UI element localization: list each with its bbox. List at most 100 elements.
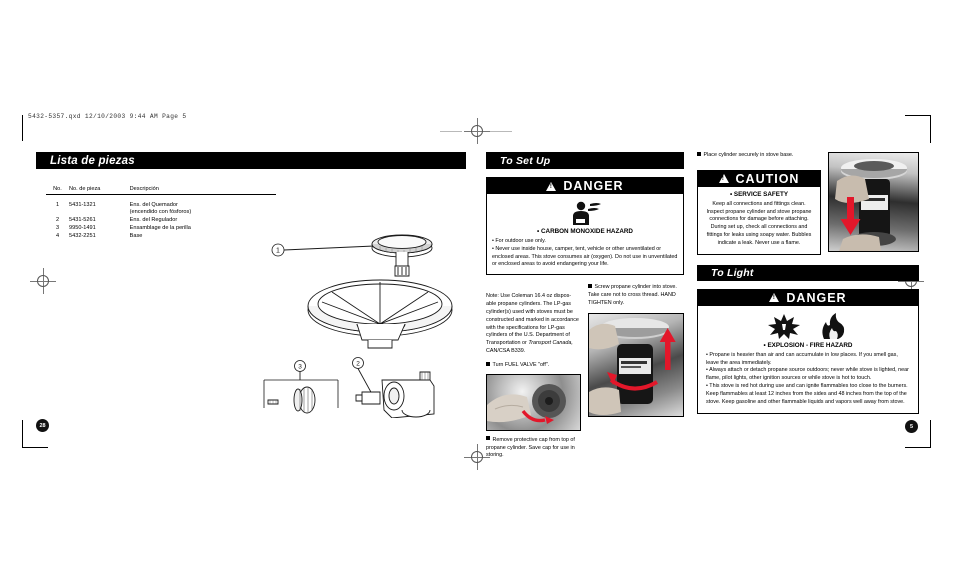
step-text: Place cylinder securely in stove base. — [703, 152, 794, 158]
crop-mark-tl-h — [22, 115, 23, 116]
parts-list-section-bar: Lista de piezas — [36, 152, 466, 169]
crop-mark-br-v — [930, 420, 931, 448]
cell-desc: Base — [129, 233, 143, 240]
middle-right-subcolumn: Screw propane cylinder into stove. Take … — [588, 284, 684, 460]
to-set-up-section-bar: To Set Up — [486, 152, 684, 169]
middle-column: To Set Up DANGER • CARBON MONOXIDE HAZAR… — [486, 152, 684, 460]
fire-icon — [822, 312, 845, 339]
right-top-left-subcolumn: Place cylinder securely in stove base. C… — [697, 151, 821, 255]
col-header-part-no: No. de pieza — [69, 186, 130, 195]
cell-part-no: 5431-1321 — [69, 202, 96, 209]
step-place-cylinder: Place cylinder securely in stove base. — [697, 151, 821, 160]
crop-mark-tr-h — [905, 115, 931, 116]
explosion-fire-pictograms — [706, 310, 910, 340]
registration-mark-left — [30, 268, 56, 294]
caution-line: During set up, check all connections and… — [706, 224, 812, 246]
caution-lines: Keep all connections and fittings clean.… — [704, 201, 814, 248]
table-row: 2 5431-5261 Ens. del Regulador — [46, 217, 276, 225]
danger-bullet: • For outdoor use only. — [492, 238, 546, 244]
danger-bullet: • This stove is red hot during use and c… — [706, 383, 908, 405]
table-row — [46, 195, 276, 202]
explosion-icon — [768, 313, 800, 339]
cell-part-no: 9950-1491 — [69, 225, 96, 232]
cell-part-no: 5432-2251 — [69, 233, 96, 240]
danger-bullet: • Never use inside house, camper, tent, … — [492, 245, 678, 268]
right-top-row: Place cylinder securely in stove base. C… — [697, 151, 919, 255]
step-text: Screw propane cylinder into stove. Take … — [588, 284, 677, 306]
cell-no: 2 — [55, 217, 60, 224]
note-tail: CAN/CSA B339. — [486, 348, 526, 355]
danger-bullets: • Propane is heavier than air and can ac… — [706, 352, 910, 407]
col-header-desc: Descripción — [129, 186, 276, 195]
step-text: Turn FUEL VALVE "off". — [492, 361, 550, 368]
table-row: 4 5432-2251 Base — [46, 233, 276, 241]
svg-text:1: 1 — [276, 248, 280, 255]
danger-word: DANGER — [563, 179, 624, 193]
svg-text:2: 2 — [356, 361, 360, 368]
bullet-square-icon — [486, 361, 490, 366]
crop-mark-br-h — [905, 447, 931, 448]
right-top-right-subcolumn — [828, 152, 919, 255]
danger-body: • CARBON MONOXIDE HAZARD • For outdoor u… — [487, 194, 683, 274]
caution-header: CAUTION — [698, 170, 820, 187]
table-row: 1 5431-1321 Ens. del Quemador (encendido… — [46, 202, 276, 217]
explosion-fire-hazard-title: • EXPLOSION - FIRE HAZARD — [763, 341, 853, 349]
cell-desc-main: Ens. del Quemador — [129, 202, 178, 209]
registration-rule-top-right — [490, 131, 512, 132]
warning-triangle-icon — [718, 174, 729, 184]
print-file-slug: 5432-5357.qxd 12/10/2003 9:44 AM Page 5 — [28, 113, 187, 120]
warning-triangle-icon — [546, 181, 557, 191]
registration-mark-top — [464, 118, 490, 144]
page-number-right: 5 — [905, 420, 918, 433]
cell-desc-sub: (encendido con fósforos) — [129, 209, 192, 216]
danger-word: DANGER — [786, 290, 847, 305]
note-text: Note: Use Coleman 16.4 oz dispos-able pr… — [486, 293, 579, 347]
caution-line: Keep all connections and fittings clean. — [712, 200, 806, 207]
middle-left-subcolumn: Note: Use Coleman 16.4 oz dispos-able pr… — [486, 284, 581, 460]
crop-mark-tl-v — [22, 115, 23, 141]
parts-list-table: No. No. de pieza Descripción 1 5431-1321… — [46, 186, 276, 241]
danger-box-carbon-monoxide: DANGER • CARBON MONOXIDE HAZARD • For ou… — [486, 177, 684, 276]
warning-triangle-icon — [769, 293, 780, 303]
crop-mark-bl-h — [22, 447, 48, 448]
to-light-section-bar: To Light — [697, 264, 919, 281]
danger-bullet: • Propane is heavier than air and can ac… — [706, 351, 898, 366]
bullet-square-icon — [486, 436, 490, 441]
parts-list-title: Lista de piezas — [50, 154, 135, 167]
cell-no: 4 — [55, 233, 60, 240]
svg-text:3: 3 — [298, 364, 302, 371]
table-header-row: No. No. de pieza Descripción — [46, 186, 276, 195]
propane-cylinder-note: Note: Use Coleman 16.4 oz dispos-able pr… — [486, 293, 581, 356]
step-text: Remove protective cap from top of propan… — [486, 436, 575, 459]
cell-no: 3 — [55, 225, 60, 232]
caution-line: Inspect propane cylinder and stove propa… — [706, 208, 812, 223]
hand-removing-cap-photo — [486, 373, 581, 431]
danger-bullet: • Always attach or detach propane source… — [706, 367, 909, 382]
registration-rule-top — [440, 131, 462, 132]
step-screw-propane-cylinder: Screw propane cylinder into stove. Take … — [588, 284, 684, 307]
caution-body: • SERVICE SAFETY Keep all connections an… — [698, 187, 820, 254]
cell-part-no: 5431-5261 — [69, 217, 96, 224]
exploded-parts-diagram: 1 3 2 — [262, 228, 492, 418]
table-row: 3 9950-1491 Ensamblage de la perilla — [46, 225, 276, 233]
page-number-left: 28 — [36, 419, 49, 432]
danger-body: • EXPLOSION - FIRE HAZARD • Propane is h… — [698, 306, 918, 413]
step-remove-protective-cap: Remove protective cap from top of propan… — [486, 436, 581, 460]
to-light-title: To Light — [711, 266, 754, 279]
carbon-monoxide-hazard-title: • CARBON MONOXIDE HAZARD — [537, 228, 633, 235]
cell-no: 1 — [55, 202, 60, 209]
col-header-no: No. — [46, 186, 69, 195]
middle-split-columns: Note: Use Coleman 16.4 oz dispos-able pr… — [486, 284, 684, 460]
crop-mark-tr-v — [930, 115, 931, 143]
caution-word: CAUTION — [735, 171, 800, 186]
to-set-up-title: To Set Up — [500, 154, 551, 167]
cell-desc: Ensamblage de la perilla — [129, 225, 191, 232]
hand-screwing-cylinder-photo — [588, 312, 684, 417]
service-safety-title: • SERVICE SAFETY — [729, 190, 789, 198]
crop-mark-bl-v — [22, 420, 23, 448]
hand-placing-cylinder-in-base-photo — [828, 152, 919, 252]
right-column: Place cylinder securely in stove base. C… — [697, 151, 919, 414]
danger-header: DANGER — [487, 178, 683, 194]
danger-box-explosion-fire: DANGER • EXPLOSION - FIRE HAZARD • Propa… — [697, 288, 919, 414]
caution-box-service-safety: CAUTION • SERVICE SAFETY Keep all connec… — [697, 169, 821, 255]
